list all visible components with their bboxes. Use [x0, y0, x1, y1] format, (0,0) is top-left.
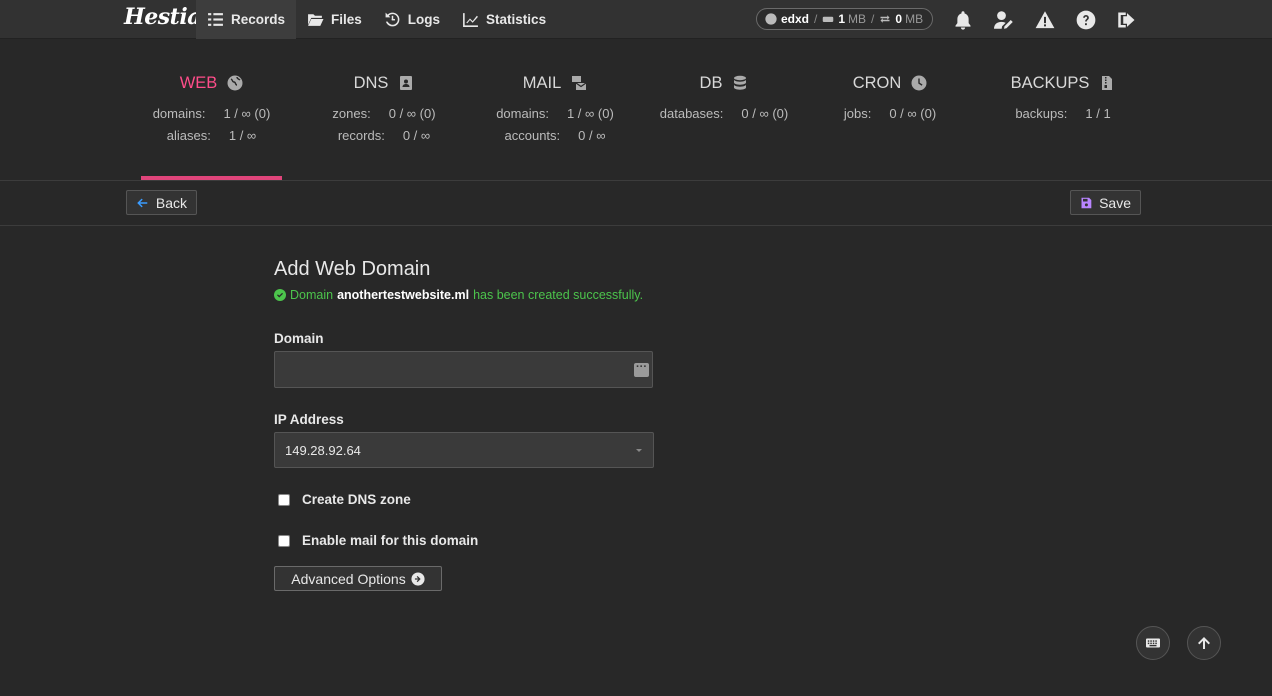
nav-logs-label: Logs	[407, 12, 441, 27]
action-toolbar: Back Save	[0, 181, 1272, 226]
nav-records[interactable]: Records	[196, 0, 297, 39]
exchange-icon	[880, 15, 890, 23]
hdd-icon	[823, 16, 834, 22]
mail-bulk-icon	[572, 76, 587, 90]
save-label: Save	[1099, 194, 1131, 211]
advanced-options-label: Advanced Options	[291, 570, 406, 587]
history-icon	[385, 12, 400, 27]
create-dns-zone-checkbox[interactable]: Create DNS zone	[274, 492, 674, 507]
floppy-disk-icon	[1081, 197, 1092, 208]
chart-line-icon	[463, 13, 478, 27]
back-button[interactable]: Back	[126, 190, 197, 215]
help-button[interactable]	[1075, 9, 1097, 31]
top-icons	[933, 0, 1138, 39]
ip-address-label: IP Address	[274, 412, 344, 427]
user-edit-icon	[994, 10, 1013, 29]
scroll-to-top-button[interactable]	[1187, 626, 1221, 660]
advanced-options-button[interactable]: Advanced Options	[274, 566, 442, 591]
stat-cron-title: CRON	[852, 73, 902, 92]
keyboard-shortcuts-button[interactable]	[1136, 626, 1170, 660]
domain-input[interactable]: ···	[274, 351, 653, 388]
keyboard-icon	[1146, 638, 1160, 648]
stat-web-title: WEB	[179, 73, 218, 92]
alert-domain-name: anothertestwebsite.ml	[337, 288, 470, 302]
ip-address-value: 149.28.92.64	[285, 442, 361, 458]
stat-backups-title: BACKUPS	[1010, 73, 1090, 92]
check-circle-icon	[274, 289, 286, 301]
stat-db-title: DB	[699, 73, 723, 92]
nav-logs[interactable]: Logs	[373, 0, 451, 39]
disk-usage-value: 1	[838, 12, 846, 26]
nav-files-label: Files	[331, 12, 362, 27]
file-archive-icon	[1102, 76, 1113, 90]
stat-db[interactable]: DB databases: 0 / ∞ (0)	[650, 40, 798, 180]
user-icon	[765, 13, 777, 25]
stat-dns-title: DNS	[353, 73, 389, 92]
hestia-logo[interactable]: Hestia	[124, 4, 201, 34]
nav-records-label: Records	[231, 12, 286, 27]
stat-web[interactable]: WEB domains: 1 / ∞ (0) aliases: 1 / ∞	[141, 40, 282, 180]
folder-open-icon	[308, 14, 324, 26]
back-label: Back	[155, 194, 187, 211]
sign-out-icon	[1118, 12, 1135, 27]
add-web-domain-form: Add Web Domain Domain anothertestwebsite…	[274, 258, 674, 591]
checkbox-box[interactable]	[278, 493, 290, 506]
arrow-circle-right-icon	[411, 571, 425, 586]
question-circle-icon	[1076, 10, 1096, 29]
stat-mail[interactable]: MAIL domains: 1 / ∞ (0) accounts: 0 / ∞	[480, 40, 630, 180]
chevron-down-icon	[636, 449, 642, 452]
bell-icon	[955, 10, 971, 30]
database-icon	[734, 75, 747, 90]
enable-mail-label: Enable mail for this domain	[302, 533, 479, 548]
stat-backups[interactable]: BACKUPS backups: 1 / 1	[998, 40, 1128, 180]
save-button[interactable]: Save	[1070, 190, 1141, 215]
bandwidth-usage-unit: MB	[905, 12, 924, 26]
stats-panel: WEB domains: 1 / ∞ (0) aliases: 1 / ∞ DNS …	[0, 40, 1272, 181]
success-alert: Domain anothertestwebsite.ml has been cr…	[274, 288, 674, 302]
globe-icon	[227, 75, 243, 91]
stat-cron[interactable]: CRON jobs: 0 / ∞ (0)	[828, 40, 952, 180]
bandwidth-usage-value: 0	[895, 12, 903, 26]
warning-triangle-icon	[1035, 10, 1055, 28]
checkbox-box[interactable]	[278, 534, 290, 547]
main-nav: Records Files Logs Statistics	[196, 0, 557, 39]
list-check-icon	[208, 13, 223, 26]
ip-address-select[interactable]: 149.28.92.64	[274, 432, 654, 468]
edit-user-button[interactable]	[993, 9, 1015, 31]
stat-dns[interactable]: DNS zones: 0 / ∞ (0) records: 0 / ∞	[316, 40, 452, 180]
arrow-left-icon	[137, 198, 148, 207]
nav-statistics[interactable]: Statistics	[451, 0, 557, 39]
page-title: Add Web Domain	[274, 258, 431, 280]
active-tab-indicator	[141, 176, 282, 180]
create-dns-zone-label: Create DNS zone	[302, 492, 411, 507]
nav-files[interactable]: Files	[296, 0, 373, 39]
address-book-icon	[400, 76, 413, 90]
enable-mail-checkbox[interactable]: Enable mail for this domain	[274, 533, 674, 548]
password-generator-icon[interactable]: ···	[634, 362, 649, 377]
nav-statistics-label: Statistics	[486, 12, 547, 27]
top-bar: Hestia Records Files Logs Statistics edx…	[0, 0, 1272, 39]
disk-usage-unit: MB	[848, 12, 867, 26]
logout-button[interactable]	[1116, 9, 1138, 31]
user-usage-pill[interactable]: edxd / 1 MB / 0 MB	[756, 8, 933, 30]
username: edxd	[781, 12, 810, 26]
stat-mail-title: MAIL	[522, 73, 562, 92]
clock-icon	[911, 75, 927, 91]
notifications-button[interactable]	[952, 9, 974, 31]
arrow-up-icon	[1198, 637, 1210, 649]
system-alert-button[interactable]	[1034, 9, 1056, 31]
domain-label: Domain	[274, 331, 324, 346]
